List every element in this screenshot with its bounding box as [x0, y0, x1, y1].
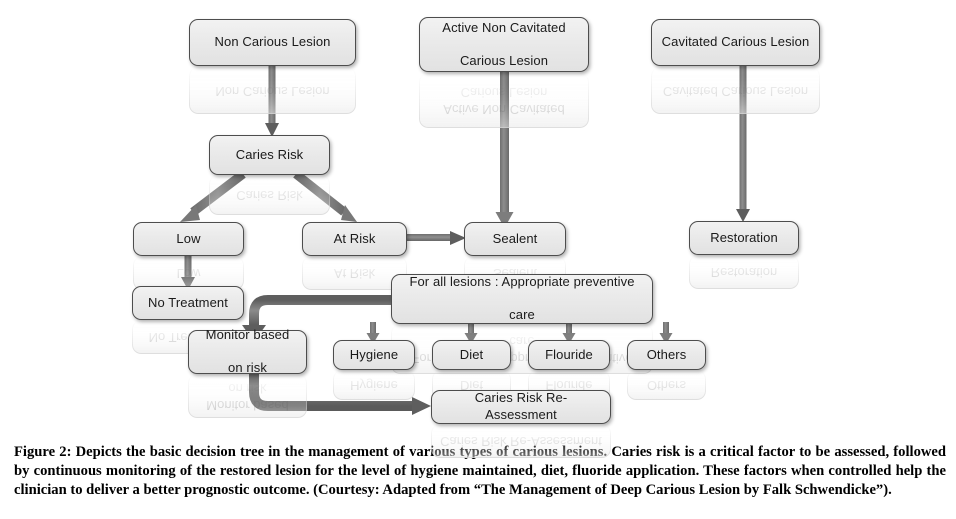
decision-tree-diagram: Non Carious Lesion Active Non Cavitated C… [0, 0, 956, 458]
node-preventive-care[interactable]: For all lesions : Appropriate preventive… [391, 274, 653, 324]
node-cavitated-carious-lesion[interactable]: Cavitated Carious Lesion [651, 19, 820, 66]
reflection-others: Others [627, 370, 706, 400]
node-no-treatment[interactable]: No Treatment [132, 286, 244, 320]
figure-container: Non Carious Lesion Active Non Cavitated C… [0, 0, 956, 519]
node-label-others: Others [646, 346, 687, 362]
node-sealent[interactable]: Sealent [464, 222, 566, 256]
node-caries-risk-reassessment[interactable]: Caries Risk Re-Assessment [431, 390, 611, 424]
node-label-preventive-care: For all lesions : Appropriate preventive… [409, 274, 635, 323]
node-label-caries-risk: Caries Risk [235, 146, 304, 162]
node-label-hygiene: Hygiene [349, 346, 399, 362]
reflection-low: Low [133, 256, 244, 290]
node-caries-risk[interactable]: Caries Risk [209, 135, 330, 175]
node-monitor-based-on-risk[interactable]: Monitor based on risk [188, 327, 307, 376]
node-label-caries-risk-reassessment: Caries Risk Re-Assessment [474, 390, 568, 422]
reflection-restoration: Restoration [689, 255, 799, 289]
node-label-low: Low [176, 230, 201, 246]
edge-atrisk-to-sealent [405, 231, 466, 245]
reflection-preventive-care: For all lesions : Appropriate preventive… [391, 324, 653, 374]
node-label-cavitated-carious-lesion: Cavitated Carious Lesion [661, 34, 810, 50]
reflection-active-non-cavitated: Active Non Cavitated Carious Lesion [419, 73, 589, 128]
node-hygiene[interactable]: Hygiene [333, 340, 415, 370]
node-restoration[interactable]: Restoration [689, 221, 799, 255]
node-non-carious-lesion[interactable]: Non Carious Lesion [189, 19, 356, 66]
reflection-monitor-based-on-risk: Monitor based on risk [188, 374, 307, 418]
node-low[interactable]: Low [133, 222, 244, 256]
node-others[interactable]: Others [627, 340, 706, 370]
reflection-caries-risk-reassessment: Caries Risk Re-Assessment [431, 424, 611, 458]
node-label-diet: Diet [459, 346, 484, 362]
reflection-caries-risk: Caries Risk [209, 175, 330, 215]
node-label-at-risk: At Risk [333, 230, 376, 246]
node-label-sealent: Sealent [492, 230, 538, 246]
node-label-active-non-cavitated: Active Non Cavitated Carious Lesion [442, 19, 566, 68]
node-label-monitor-based-on-risk: Monitor based on risk [205, 327, 290, 376]
node-active-non-cavitated-carious-lesion[interactable]: Active Non Cavitated Carious Lesion [419, 17, 589, 72]
node-label-flouride: Flouride [545, 346, 593, 362]
node-label-restoration: Restoration [710, 229, 778, 245]
node-label-no-treatment: No Treatment [148, 294, 228, 310]
node-at-risk[interactable]: At Risk [302, 222, 407, 256]
reflection-cavitated-carious-lesion: Cavitated Carious Lesion [651, 67, 820, 114]
node-label-non-carious-lesion: Non Carious Lesion [214, 34, 331, 50]
reflection-non-carious-lesion: Non Carious Lesion [189, 67, 356, 114]
node-diet[interactable]: Diet [432, 340, 511, 370]
reflection-hygiene: Hygiene [333, 370, 415, 400]
node-flouride[interactable]: Flouride [528, 340, 610, 370]
